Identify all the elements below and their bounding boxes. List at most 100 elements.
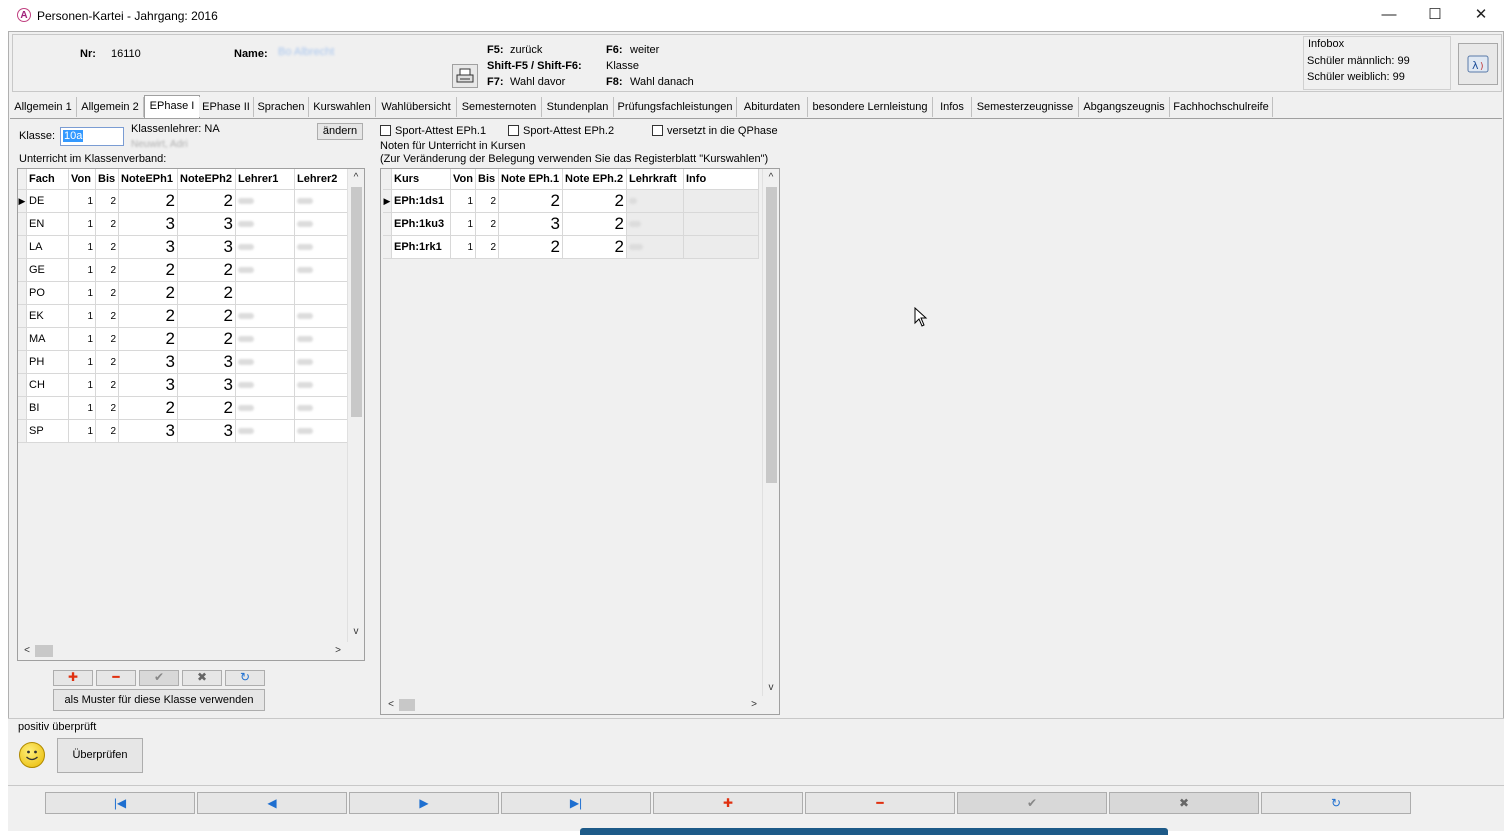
previous-record-button[interactable]: ◀ [197,792,347,814]
scroll-down-icon[interactable]: v [349,626,363,637]
cell-bis[interactable]: 2 [475,212,499,236]
cell-von[interactable]: 1 [68,396,96,420]
cell-von[interactable]: 1 [68,419,96,443]
sport-attest-eph2-checkbox[interactable] [508,125,519,136]
table-row[interactable]: BI 1 2 2 2 [18,396,348,420]
cell-note1[interactable]: 2 [118,327,178,351]
scroll-up-icon[interactable]: ^ [764,172,778,183]
cell-note1[interactable]: 2 [118,281,178,305]
cell-lehrer1[interactable] [235,350,295,374]
first-record-button[interactable]: |◀ [45,792,195,814]
tab-sprachen[interactable]: Sprachen [254,97,309,117]
col-lehrer2[interactable]: Lehrer2 [294,169,348,190]
use-as-template-button[interactable]: als Muster für diese Klasse verwenden [53,689,265,711]
tab-stundenplan[interactable]: Stundenplan [542,97,614,117]
cell-note2[interactable]: 2 [177,281,236,305]
cell-note2[interactable]: 3 [177,350,236,374]
cell-bis[interactable]: 2 [95,258,119,282]
cell-lehrer2[interactable] [294,189,348,213]
cancel-row-button[interactable]: ✖ [182,670,222,686]
cell-von[interactable]: 1 [68,327,96,351]
tab-besondere-lernleistung[interactable]: besondere Lernleistung [808,97,933,117]
cell-lehrer2[interactable] [294,212,348,236]
cell-note1[interactable]: 3 [118,212,178,236]
table-row[interactable]: PH 1 2 3 3 [18,350,348,374]
cell-note2[interactable]: 2 [562,235,627,259]
cell-bis[interactable]: 2 [95,419,119,443]
col-lehrkraft[interactable]: Lehrkraft [626,169,684,190]
hscroll-thumb[interactable] [35,645,53,657]
cell-bis[interactable]: 2 [95,373,119,397]
col-von[interactable]: Von [68,169,96,190]
cell-lehrer1[interactable] [235,235,295,259]
tab-semesterzeugnisse[interactable]: Semesterzeugnisse [972,97,1079,117]
col-lehrer1[interactable]: Lehrer1 [235,169,295,190]
cell-note2[interactable]: 2 [177,189,236,213]
cell-note1[interactable]: 3 [118,235,178,259]
col-fach[interactable]: Fach [26,169,69,190]
scroll-left-icon[interactable]: < [384,699,398,710]
cell-von[interactable]: 1 [68,258,96,282]
info-app-button[interactable]: λ) [1458,43,1498,85]
cell-lehrer2[interactable] [294,419,348,443]
cell-lehrkraft[interactable] [626,212,684,236]
right-vertical-scrollbar[interactable]: ^ v [762,169,779,696]
refresh-button[interactable]: ↻ [225,670,265,686]
minimize-button[interactable]: — [1366,0,1412,30]
cell-von[interactable]: 1 [68,350,96,374]
table-row[interactable]: EPh:1rk1 1 2 2 2 [383,235,759,259]
cell-bis[interactable]: 2 [475,235,499,259]
cell-bis[interactable]: 2 [95,327,119,351]
tab-infos[interactable]: Infos [933,97,972,117]
table-row[interactable]: ▶ DE 1 2 2 2 [18,189,348,213]
col-note-eph2[interactable]: Note EPh.2 [562,169,627,190]
col-kurs[interactable]: Kurs [391,169,451,190]
cell-note2[interactable]: 2 [177,327,236,351]
cell-fach[interactable]: BI [26,396,69,420]
tab-allgemein-2[interactable]: Allgemein 2 [77,97,144,117]
cell-note1[interactable]: 3 [118,350,178,374]
col-von[interactable]: Von [450,169,476,190]
tab-fachhochschulreife[interactable]: Fachhochschulreife [1170,97,1273,117]
cell-bis[interactable]: 2 [95,350,119,374]
table-row[interactable]: EPh:1ku3 1 2 3 2 [383,212,759,236]
cell-bis[interactable]: 2 [95,189,119,213]
cell-lehrkraft[interactable] [626,189,684,213]
cell-note1[interactable]: 2 [118,258,178,282]
col-bis[interactable]: Bis [475,169,499,190]
refresh-record-button[interactable]: ↻ [1261,792,1411,814]
cell-info[interactable] [683,189,759,213]
close-button[interactable]: ✕ [1458,0,1504,30]
cell-kurs[interactable]: EPh:1rk1 [391,235,451,259]
cell-lehrer1[interactable] [235,281,295,305]
scroll-thumb[interactable] [766,187,777,483]
tab-pruefungsfachleistungen[interactable]: Prüfungsfachleistungen [614,97,737,117]
klasse-input[interactable]: 10a [60,127,124,146]
cell-bis[interactable]: 2 [95,396,119,420]
table-row[interactable]: ▶ EPh:1ds1 1 2 2 2 [383,189,759,213]
cell-fach[interactable]: CH [26,373,69,397]
col-bis[interactable]: Bis [95,169,119,190]
cell-lehrer2[interactable] [294,327,348,351]
table-row[interactable]: PO 1 2 2 2 [18,281,348,305]
save-record-button[interactable]: ✔ [957,792,1107,814]
cell-lehrer1[interactable] [235,212,295,236]
cell-note2[interactable]: 2 [177,396,236,420]
cell-note1[interactable]: 2 [118,304,178,328]
cell-note2[interactable]: 2 [177,258,236,282]
maximize-button[interactable]: ☐ [1412,0,1458,30]
cell-von[interactable]: 1 [68,281,96,305]
left-vertical-scrollbar[interactable]: ^ v [347,169,364,642]
hscroll-thumb[interactable] [399,699,415,711]
cell-note2[interactable]: 3 [177,419,236,443]
scroll-up-icon[interactable]: ^ [349,172,363,183]
table-row[interactable]: GE 1 2 2 2 [18,258,348,282]
cell-lehrer2[interactable] [294,396,348,420]
next-record-button[interactable]: ▶ [349,792,499,814]
cell-von[interactable]: 1 [450,189,476,213]
table-row[interactable]: MA 1 2 2 2 [18,327,348,351]
versetzt-checkbox[interactable] [652,125,663,136]
cell-kurs[interactable]: EPh:1ds1 [391,189,451,213]
remove-row-button[interactable]: ━ [96,670,136,686]
cell-lehrer2[interactable] [294,281,348,305]
